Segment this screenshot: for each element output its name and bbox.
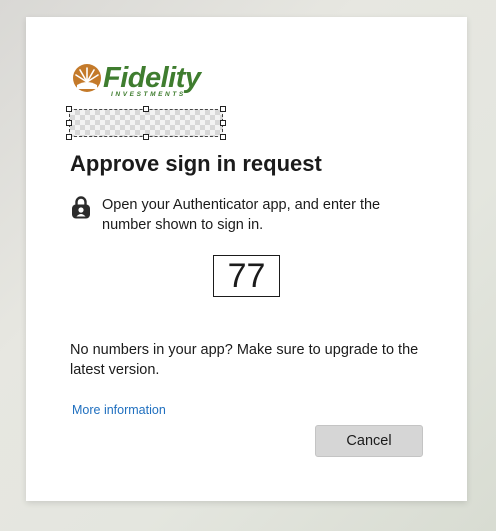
brand-subline: INVESTMENTS xyxy=(111,91,186,98)
resize-handle[interactable] xyxy=(66,120,72,126)
sunburst-logo-icon xyxy=(73,64,101,92)
resize-handle[interactable] xyxy=(143,106,149,112)
resize-handle[interactable] xyxy=(220,120,226,126)
resize-handle[interactable] xyxy=(143,134,149,140)
more-information-link[interactable]: More information xyxy=(72,403,166,417)
brand-wordmark: Fidelity xyxy=(103,62,201,94)
instruction-text: Open your Authenticator app, and enter t… xyxy=(102,197,381,233)
resize-handle[interactable] xyxy=(220,134,226,140)
cancel-button[interactable]: Cancel xyxy=(315,425,423,457)
page-title: Approve sign in request xyxy=(70,151,322,176)
fidelity-logo: Fidelity INVESTMENTS xyxy=(71,62,221,98)
resize-handle[interactable] xyxy=(66,106,72,112)
resize-handle[interactable] xyxy=(220,106,226,112)
sign-in-dialog: Fidelity INVESTMENTS Approve sign in req… xyxy=(26,17,467,501)
image-placeholder xyxy=(69,109,223,137)
lock-icon xyxy=(72,196,90,219)
help-text: No numbers in your app? Make sure to upg… xyxy=(70,342,419,378)
resize-handle[interactable] xyxy=(66,134,72,140)
verification-number: 77 xyxy=(213,255,280,297)
